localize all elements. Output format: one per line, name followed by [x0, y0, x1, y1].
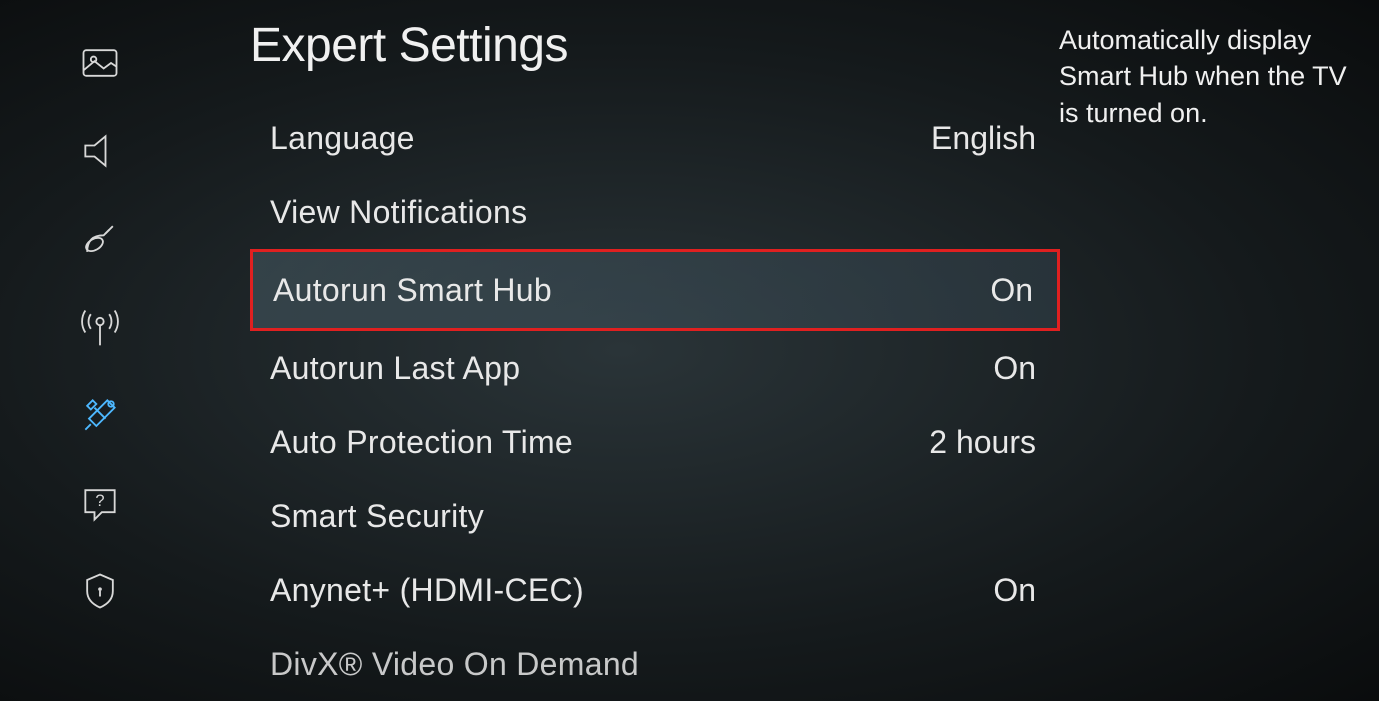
setting-label: Smart Security — [270, 498, 484, 535]
sidebar-item-sound[interactable] — [70, 128, 130, 178]
satellite-icon — [78, 217, 122, 266]
page-title: Expert Settings — [250, 18, 1060, 73]
setting-anynet-hdmi-cec[interactable]: Anynet+ (HDMI-CEC) On — [250, 553, 1060, 627]
setting-label: DivX® Video On Demand — [270, 646, 639, 683]
svg-text:?: ? — [95, 491, 104, 509]
setting-description: Automatically display Smart Hub when the… — [1059, 22, 1359, 131]
setting-autorun-smart-hub[interactable]: Autorun Smart Hub On — [250, 249, 1060, 331]
setting-auto-protection-time[interactable]: Auto Protection Time 2 hours — [250, 405, 1060, 479]
picture-icon — [78, 41, 122, 90]
setting-value: On — [993, 350, 1036, 387]
setting-value: 2 hours — [929, 424, 1036, 461]
sidebar-item-privacy[interactable] — [70, 568, 130, 618]
main-panel: Expert Settings Language English View No… — [230, 0, 1060, 700]
setting-label: Autorun Smart Hub — [273, 272, 552, 309]
sidebar: ? — [0, 0, 200, 700]
setting-autorun-last-app[interactable]: Autorun Last App On — [250, 331, 1060, 405]
setting-smart-security[interactable]: Smart Security — [250, 479, 1060, 553]
sidebar-item-network[interactable] — [70, 304, 130, 354]
setting-label: Language — [270, 120, 415, 157]
settings-list: Language English View Notifications Auto… — [250, 101, 1060, 701]
setting-value: English — [931, 120, 1036, 157]
setting-language[interactable]: Language English — [250, 101, 1060, 175]
setting-label: Anynet+ (HDMI-CEC) — [270, 572, 584, 609]
setting-label: View Notifications — [270, 194, 527, 231]
setting-value: On — [990, 272, 1033, 309]
sidebar-item-broadcast[interactable] — [70, 216, 130, 266]
shield-icon — [78, 569, 122, 618]
sidebar-item-system[interactable] — [70, 392, 130, 442]
setting-view-notifications[interactable]: View Notifications — [250, 175, 1060, 249]
help-icon: ? — [78, 481, 122, 530]
speaker-icon — [78, 129, 122, 178]
setting-label: Autorun Last App — [270, 350, 520, 387]
sidebar-item-support[interactable]: ? — [70, 480, 130, 530]
setting-label: Auto Protection Time — [270, 424, 573, 461]
sidebar-item-picture[interactable] — [70, 40, 130, 90]
antenna-icon — [78, 305, 122, 354]
setting-divx-video-on-demand[interactable]: DivX® Video On Demand — [250, 627, 1060, 701]
setting-value: On — [993, 572, 1036, 609]
tools-icon — [78, 393, 122, 442]
